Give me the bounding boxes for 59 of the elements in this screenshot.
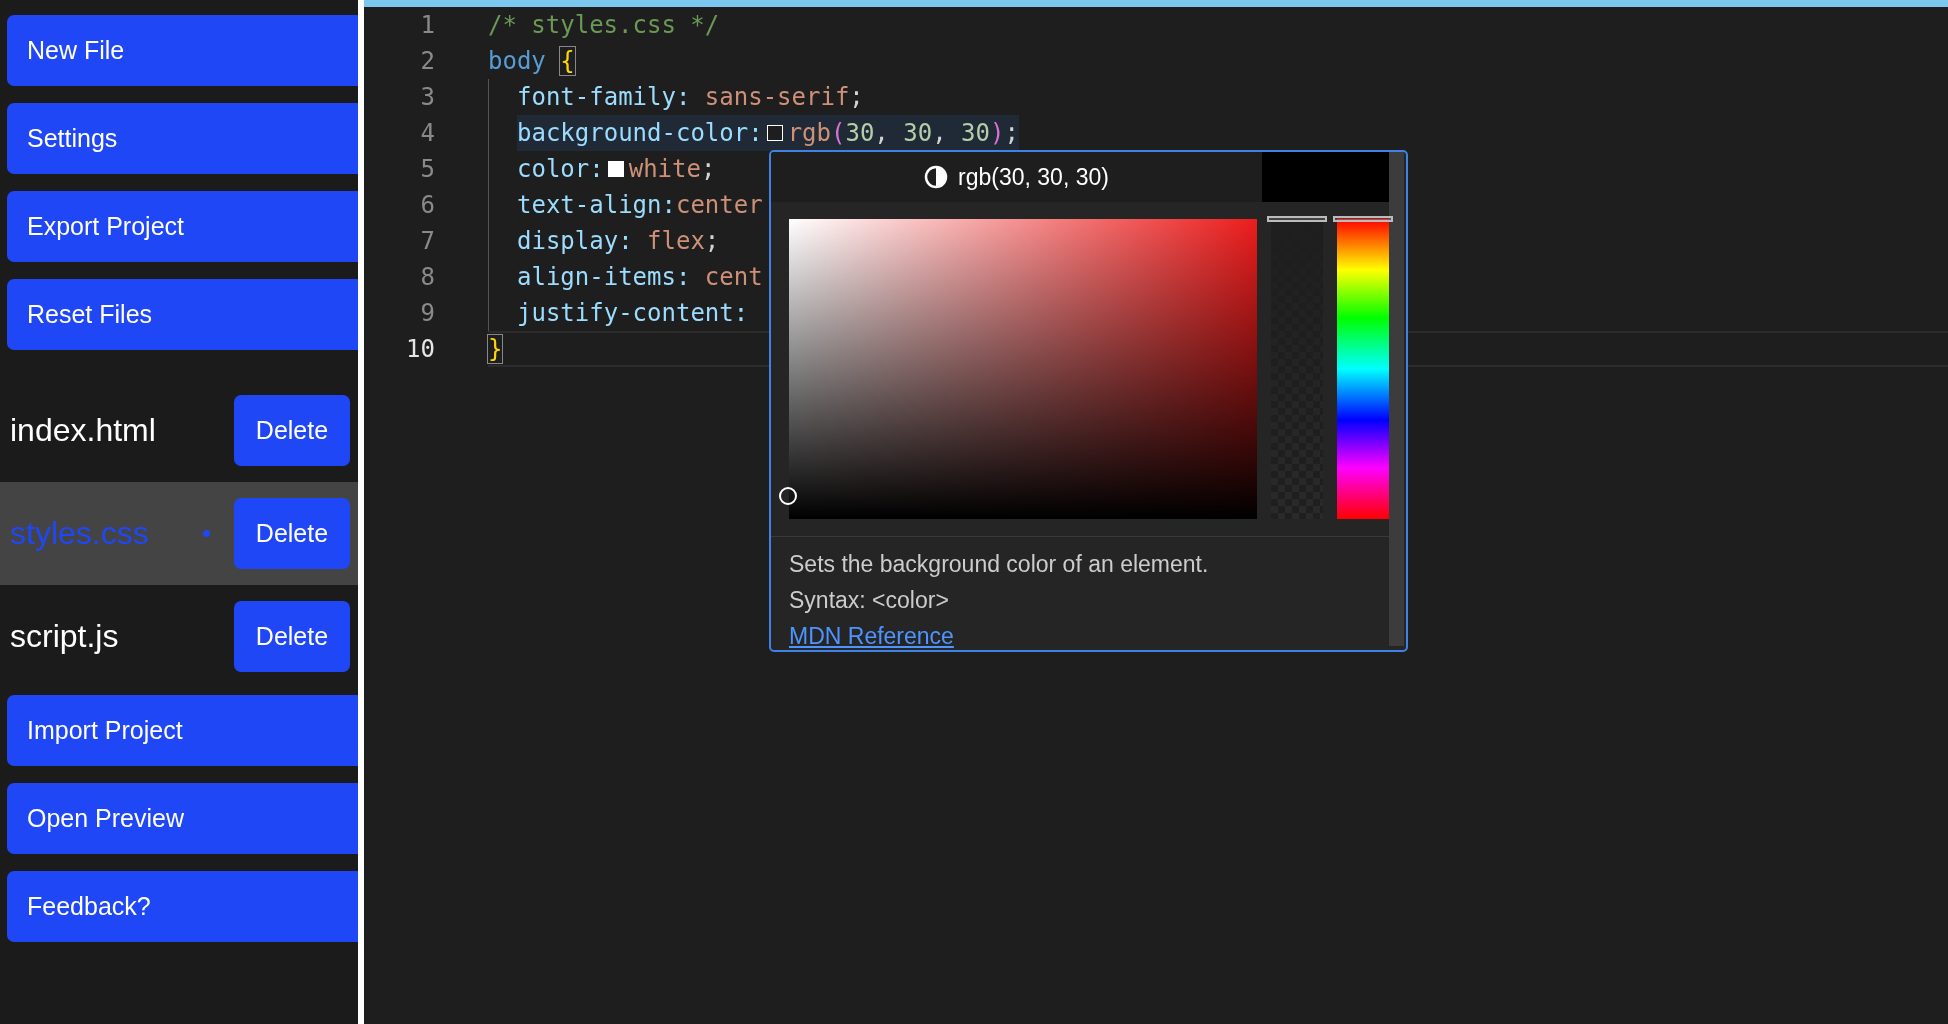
code-comment: /* styles.css */ (488, 11, 720, 39)
sidebar-button[interactable]: Reset Files (7, 279, 358, 350)
current-color-header[interactable]: rgb(30, 30, 30) (771, 152, 1262, 202)
code-token: 30 (903, 119, 933, 147)
property-description: Sets the background color of an element. (789, 551, 1210, 578)
code-token: display: (517, 227, 634, 255)
code-token: ; (704, 227, 720, 255)
code-token: , (874, 119, 890, 147)
code-token: ; (1004, 119, 1019, 147)
line-number: 1 (419, 11, 435, 39)
code-token: rgb (787, 119, 831, 147)
syntax-text: Syntax: <color> (789, 587, 950, 614)
code-token: flex (647, 227, 705, 255)
code-token: white (628, 155, 701, 183)
delete-button[interactable]: Delete (234, 498, 350, 569)
code-token: align-items: (517, 263, 692, 291)
file-item[interactable]: index.html Delete (0, 379, 358, 482)
color-value: rgb(30, 30, 30) (958, 163, 1109, 191)
code-token: center (675, 191, 763, 219)
code-token: text-align: (517, 191, 676, 219)
code-token: color: (517, 155, 604, 183)
line-number: 3 (419, 83, 435, 111)
sidebar-button[interactable]: Open Preview (7, 783, 358, 854)
file-item[interactable]: styles.css Delete (0, 482, 358, 585)
reference-link[interactable]: MDN Reference (789, 623, 954, 650)
sidebar-button[interactable]: Import Project (7, 695, 358, 766)
line-number: 9 (419, 299, 435, 327)
code-token: body (488, 47, 547, 75)
code-token: 30 (845, 119, 875, 147)
line-number: 4 (419, 119, 435, 147)
file-name: script.js (10, 618, 120, 655)
code-token: background-color: (517, 119, 763, 147)
code-token: , (932, 119, 948, 147)
file-name: styles.css (10, 515, 150, 552)
sidebar-button[interactable]: Settings (7, 103, 358, 174)
code-token: ( (831, 119, 846, 147)
code-token: justify-content: (517, 299, 749, 327)
code-token: sans-serif (704, 83, 850, 111)
file-item[interactable]: script.js Delete (0, 585, 358, 688)
code-token: font-family: (517, 83, 692, 111)
code-token: ; (849, 83, 864, 111)
code-token: } (488, 335, 503, 363)
sidebar-button[interactable]: Feedback? (7, 871, 358, 942)
line-number: 6 (419, 191, 435, 219)
code-token: ) (990, 119, 1005, 147)
line-number: 10 (405, 335, 435, 363)
code-token: { (560, 47, 575, 75)
delete-button[interactable]: Delete (234, 395, 350, 466)
code-token: ; (700, 155, 716, 183)
line-number: 8 (419, 263, 435, 291)
sidebar-button[interactable]: Export Project (7, 191, 358, 262)
delete-button[interactable]: Delete (234, 601, 350, 672)
code-token: cent (704, 263, 763, 291)
sidebar-button[interactable]: New File (7, 15, 358, 86)
line-number: 7 (419, 227, 435, 255)
line-number: 2 (419, 47, 435, 75)
line-number: 5 (419, 155, 435, 183)
code-token: 30 (961, 119, 990, 147)
file-name: index.html (10, 412, 157, 449)
